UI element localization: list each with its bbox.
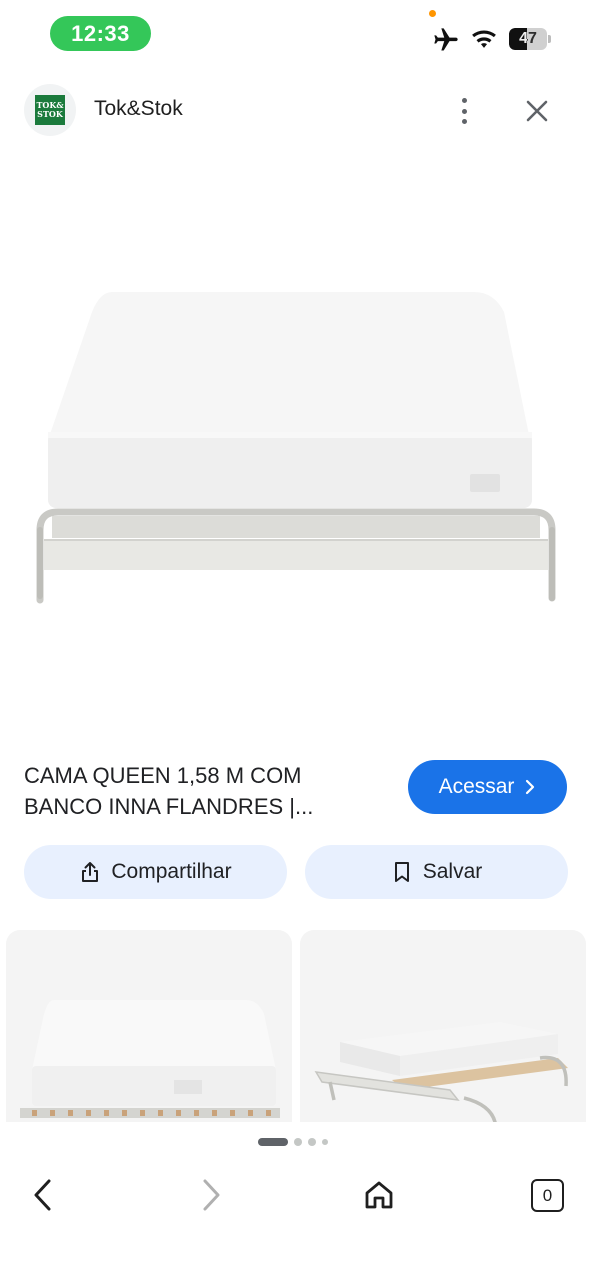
- status-bar: 12:33 47: [0, 0, 592, 70]
- bed-thumbnail-front: [20, 1000, 280, 1118]
- share-button[interactable]: Compartilhar: [24, 845, 287, 899]
- tabs-icon[interactable]: 0: [531, 1179, 564, 1212]
- save-button-label: Salvar: [422, 860, 483, 883]
- site-header: TOK& STOK Tok&Stok: [0, 80, 592, 142]
- carousel-dot: [308, 1138, 316, 1146]
- back-icon[interactable]: [28, 1176, 58, 1214]
- access-button[interactable]: Acessar: [408, 760, 567, 814]
- chevron-right-icon: [526, 779, 535, 795]
- carousel-dot: [294, 1138, 302, 1146]
- home-icon[interactable]: [362, 1178, 396, 1212]
- related-image-1[interactable]: [6, 930, 292, 1122]
- product-title[interactable]: CAMA QUEEN 1,58 M COM BANCO INNA FLANDRE…: [24, 760, 384, 822]
- access-button-label: Acessar: [438, 775, 515, 798]
- related-images: [6, 930, 586, 1122]
- bottom-navigation: 0: [0, 1160, 592, 1280]
- related-image-2[interactable]: [300, 930, 586, 1122]
- site-name[interactable]: Tok&Stok: [94, 97, 183, 121]
- more-vertical-icon[interactable]: [450, 94, 478, 128]
- logo-text-line2: STOK: [37, 109, 63, 119]
- bed-thumbnail-angle: [314, 1022, 568, 1122]
- bookmark-icon: [394, 862, 409, 882]
- airplane-icon: [434, 28, 458, 51]
- tab-count: 0: [542, 1185, 553, 1205]
- status-time: 12:33: [50, 16, 151, 51]
- share-button-label: Compartilhar: [111, 860, 232, 883]
- product-image[interactable]: [0, 150, 592, 740]
- action-row: Compartilhar Salvar: [24, 845, 568, 899]
- battery-level-text: 47: [519, 30, 537, 47]
- carousel-indicator: [258, 1137, 328, 1147]
- save-button[interactable]: Salvar: [305, 845, 568, 899]
- close-icon[interactable]: [522, 96, 552, 126]
- share-icon: [82, 862, 99, 882]
- carousel-dot: [258, 1138, 288, 1146]
- forward-icon[interactable]: [196, 1176, 226, 1214]
- carousel-dot: [322, 1139, 328, 1145]
- privacy-indicator-dot: [429, 10, 436, 17]
- battery-icon: 47: [509, 28, 551, 50]
- bed-illustration: [36, 292, 556, 604]
- tokstok-logo: TOK& STOK: [35, 95, 65, 125]
- wifi-icon: [472, 30, 496, 48]
- site-logo[interactable]: TOK& STOK: [24, 84, 76, 136]
